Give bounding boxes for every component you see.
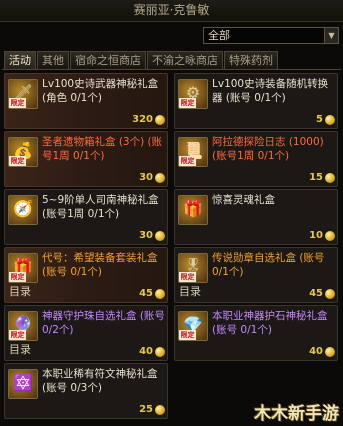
treasure-icon[interactable]: 💰 限定 (8, 137, 38, 167)
tab-eternal-shop[interactable]: 不渝之咏商店 (147, 51, 223, 69)
item-price: 45 (309, 288, 323, 299)
item-name: 圣者遗物箱礼盒 (3个) (账号1周 0/1个) (42, 136, 163, 162)
coin-icon (155, 115, 165, 125)
category-select-value: 全部 (208, 29, 230, 42)
coin-icon (325, 289, 335, 299)
limited-tag: 限定 (9, 156, 26, 166)
shop-item-card[interactable]: 🗡 限定 Lv100史诗武器神秘礼盒(角色 0/1个) 320 (4, 73, 168, 129)
watermark: 木木新手游 (254, 404, 339, 424)
limited-tag: 限定 (179, 330, 196, 340)
coin-icon (325, 231, 335, 241)
tab-destiny-shop[interactable]: 宿命之恒商店 (70, 51, 146, 69)
shop-item-card[interactable]: 💰 限定 圣者遗物箱礼盒 (3个) (账号1周 0/1个) 30 (4, 131, 168, 187)
shop-item-card[interactable]: 🎖 限定 传说勋章自选礼盒 (账号 0/1个) 目录 45 (174, 247, 338, 303)
item-glyph: 🔯 (13, 373, 33, 392)
coin-icon (155, 231, 165, 241)
limited-tag: 限定 (9, 330, 26, 340)
limited-tag: 限定 (179, 98, 196, 108)
converter-icon[interactable]: ⚙ 限定 (178, 79, 208, 109)
shop-tabs: 活动 其他 宿命之恒商店 不渝之咏商店 特殊药剂 (4, 51, 278, 69)
item-price: 10 (309, 230, 323, 241)
item-name: 惊喜灵魂礼盒 (212, 194, 275, 206)
tab-activity[interactable]: 活动 (4, 51, 36, 69)
medal-box-icon[interactable]: 🎖 限定 (178, 253, 208, 283)
limited-tag: 限定 (179, 272, 196, 282)
item-price: 25 (139, 404, 153, 415)
shop-item-card[interactable]: ⚙ 限定 Lv100史诗装备随机转换器 (账号 0/1个) 5 (174, 73, 338, 129)
tab-other[interactable]: 其他 (37, 51, 69, 69)
limited-tag: 限定 (9, 98, 26, 108)
window-title: 赛丽亚·克鲁敏 (0, 0, 343, 22)
compass-icon[interactable]: 🧭 (8, 195, 38, 225)
chevron-down-icon[interactable]: ▼ (324, 28, 338, 43)
item-glyph: 🧭 (13, 199, 33, 218)
item-name: 神器守护珠自选礼盒 (账号 0/2个) (42, 310, 165, 336)
catalog-button[interactable]: 目录 (9, 341, 31, 357)
rune-box-icon[interactable]: 🔯 (8, 369, 38, 399)
shop-item-card[interactable]: 🎁 惊喜灵魂礼盒 10 (174, 189, 338, 245)
item-price: 45 (139, 288, 153, 299)
filter-row: 全部 ▼ (0, 22, 343, 48)
item-name: Lv100史诗武器神秘礼盒(角色 0/1个) (42, 78, 159, 104)
item-price: 15 (309, 172, 323, 183)
chest-icon[interactable]: 🗡 限定 (8, 79, 38, 109)
item-price: 40 (139, 346, 153, 357)
item-price: 320 (132, 114, 153, 125)
coin-icon (155, 173, 165, 183)
tab-divider (2, 69, 341, 70)
item-name: 传说勋章自选礼盒 (账号 0/1个) (212, 252, 325, 278)
limited-tag: 限定 (179, 156, 196, 166)
coin-icon (325, 115, 335, 125)
item-price: 30 (139, 230, 153, 241)
item-name: Lv100史诗装备随机转换器 (账号 0/1个) (212, 78, 329, 104)
soul-box-icon[interactable]: 🎁 (178, 195, 208, 225)
journal-icon[interactable]: 📜 限定 (178, 137, 208, 167)
item-glyph: 🎁 (183, 199, 203, 218)
item-price: 40 (309, 346, 323, 357)
limited-tag: 限定 (9, 272, 26, 282)
shop-item-card[interactable]: 📜 限定 阿拉德探险日志 (1000) (账号1周 0/1个) 15 (174, 131, 338, 187)
coin-icon (325, 173, 335, 183)
item-name: 代号：希望装备套装礼盒 (账号 0/1个) (42, 252, 158, 278)
shop-item-card[interactable]: 🧭 5~9阶单人司南神秘礼盒 (账号1周 0/1个) 30 (4, 189, 168, 245)
coin-icon (155, 405, 165, 415)
tab-special-potion[interactable]: 特殊药剂 (224, 51, 278, 69)
catalog-button[interactable]: 目录 (9, 283, 31, 299)
item-price: 5 (316, 114, 323, 125)
shop-item-card[interactable]: 💎 限定 本职业神器护石神秘礼盒 (账号 0/1个) 40 (174, 305, 338, 361)
item-price: 30 (139, 172, 153, 183)
coin-icon (155, 347, 165, 357)
item-name: 本职业神器护石神秘礼盒 (账号 0/1个) (212, 310, 328, 336)
item-name: 本职业稀有符文神秘礼盒 (账号 0/3个) (42, 368, 158, 394)
item-name: 阿拉德探险日志 (1000) (账号1周 0/1个) (212, 136, 324, 162)
shop-item-card[interactable]: 🎁 限定 代号：希望装备套装礼盒 (账号 0/1个) 目录 45 (4, 247, 168, 303)
item-name: 5~9阶单人司南神秘礼盒 (账号1周 0/1个) (42, 194, 159, 220)
shop-item-card[interactable]: 🔮 限定 神器守护珠自选礼盒 (账号 0/2个) 目录 40 (4, 305, 168, 361)
coin-icon (155, 289, 165, 299)
coin-icon (325, 347, 335, 357)
shop-item-card[interactable]: 🔯 本职业稀有符文神秘礼盒 (账号 0/3个) 25 (4, 363, 168, 419)
category-select[interactable]: 全部 ▼ (203, 27, 339, 44)
gift-box-icon[interactable]: 🎁 限定 (8, 253, 38, 283)
orb-box-icon[interactable]: 🔮 限定 (8, 311, 38, 341)
catalog-button[interactable]: 目录 (179, 283, 201, 299)
stone-box-icon[interactable]: 💎 限定 (178, 311, 208, 341)
